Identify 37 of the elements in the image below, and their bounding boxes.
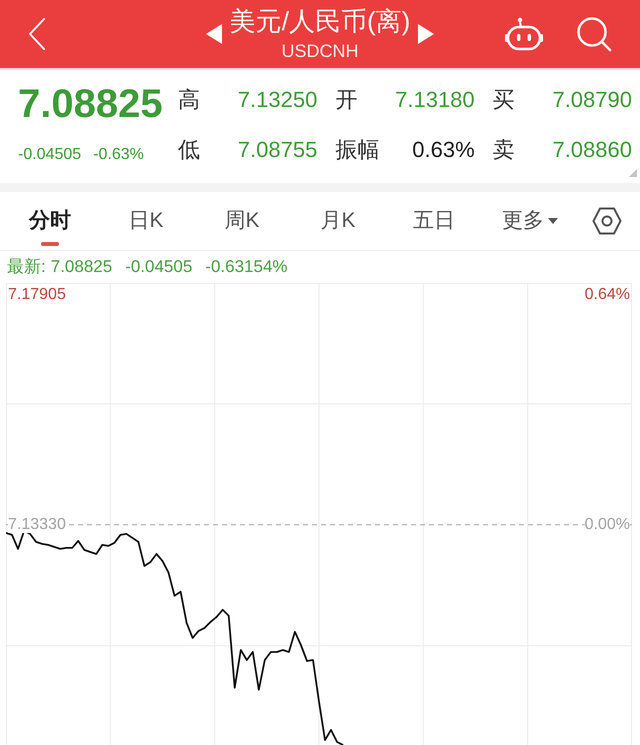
period-tab[interactable]: 日K: [98, 192, 194, 250]
stat-value: 7.08790: [552, 87, 632, 113]
search-icon[interactable]: [576, 16, 612, 52]
period-tab[interactable]: 五日: [386, 192, 482, 250]
page-subtitle: USDCNH: [281, 40, 358, 63]
stat-label: 卖: [492, 137, 515, 163]
stat-label: 低: [178, 137, 200, 163]
stat-value: 7.13180: [395, 87, 475, 113]
stat-value: 7.08860: [552, 137, 632, 163]
period-tab[interactable]: 周K: [194, 192, 290, 250]
latest-price: 7.08825: [50, 257, 112, 277]
robot-icon[interactable]: [504, 17, 544, 51]
stat-label: 高: [178, 87, 200, 113]
settings-icon[interactable]: [592, 207, 622, 235]
latest-change: -0.04505: [125, 257, 192, 277]
selected-indicator: [41, 242, 59, 246]
period-tab[interactable]: 分时: [2, 192, 98, 250]
stat-value: 7.13250: [238, 87, 318, 113]
stat-value: 7.08755: [238, 137, 318, 163]
current-price: 7.08825: [18, 84, 163, 124]
period-tab[interactable]: 月K: [290, 192, 386, 250]
period-tab[interactable]: 更多: [482, 192, 578, 250]
next-triangle-icon[interactable]: [418, 24, 434, 44]
stat-label: 振幅: [335, 137, 380, 163]
price-axis-label: 7.13330: [8, 516, 66, 533]
previous-triangle-icon[interactable]: [206, 24, 222, 44]
percent-change: -0.63%: [93, 146, 144, 164]
stat-value: 0.63%: [412, 137, 475, 163]
price-change: -0.04505: [18, 146, 82, 164]
back-icon[interactable]: [28, 18, 46, 50]
stat-label: 买: [492, 87, 515, 113]
latest-label: 最新:: [7, 257, 46, 277]
page-title: 美元/人民币(离): [230, 6, 410, 36]
stat-label: 开: [335, 87, 358, 113]
caret-down-icon: [548, 218, 558, 224]
corner-triangle-icon: [629, 169, 637, 177]
latest-percent-change: -0.63154%: [205, 257, 288, 277]
